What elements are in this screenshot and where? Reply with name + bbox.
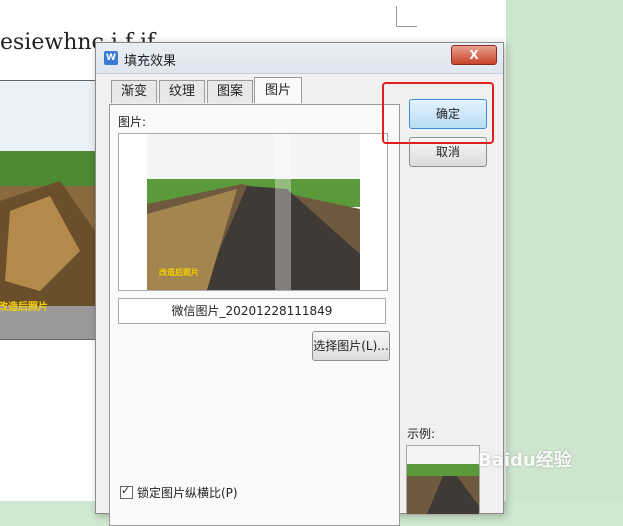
tab-picture[interactable]: 图片 [254, 77, 302, 103]
picture-preview: 改造后照片 [118, 133, 388, 291]
lock-aspect-label: 锁定图片纵横比(P) [137, 486, 238, 500]
ok-button[interactable]: 确定 [409, 99, 487, 129]
cancel-button[interactable]: 取消 [409, 137, 487, 167]
example-preview [406, 445, 480, 515]
page-corner-marker [396, 6, 417, 27]
select-picture-button[interactable]: 选择图片(L)... [312, 331, 390, 361]
tab-texture[interactable]: 纹理 [159, 80, 205, 103]
document-photo-caption: 改造后照片 [0, 302, 48, 313]
lock-aspect-checkbox[interactable] [120, 484, 133, 499]
example-label: 示例: [407, 427, 436, 441]
right-margin-strip [506, 0, 623, 501]
filename-field: 微信图片_20201228111849 [118, 298, 386, 324]
picture-tab-panel: 图片: 改造后照片 微信图片_20201228111849 选择图片(L)...… [109, 104, 400, 526]
picture-label: 图片: [118, 115, 147, 129]
wps-app-icon: W [104, 51, 118, 65]
tab-gradient[interactable]: 渐变 [111, 80, 157, 103]
lock-aspect-row[interactable]: 锁定图片纵横比(P) [120, 484, 238, 501]
preview-caption: 改造后照片 [159, 268, 199, 277]
fill-effects-dialog: W 填充效果 X 渐变 纹理 图案 图片 图片: 改造后照片 微信图片_2020… [95, 42, 504, 526]
baidu-watermark: Baidu经验 [478, 450, 572, 471]
tab-pattern[interactable]: 图案 [207, 80, 253, 103]
close-button[interactable]: X [451, 45, 497, 65]
dialog-title: 填充效果 [124, 54, 177, 69]
dialog-titlebar[interactable]: W 填充效果 X [96, 43, 503, 74]
